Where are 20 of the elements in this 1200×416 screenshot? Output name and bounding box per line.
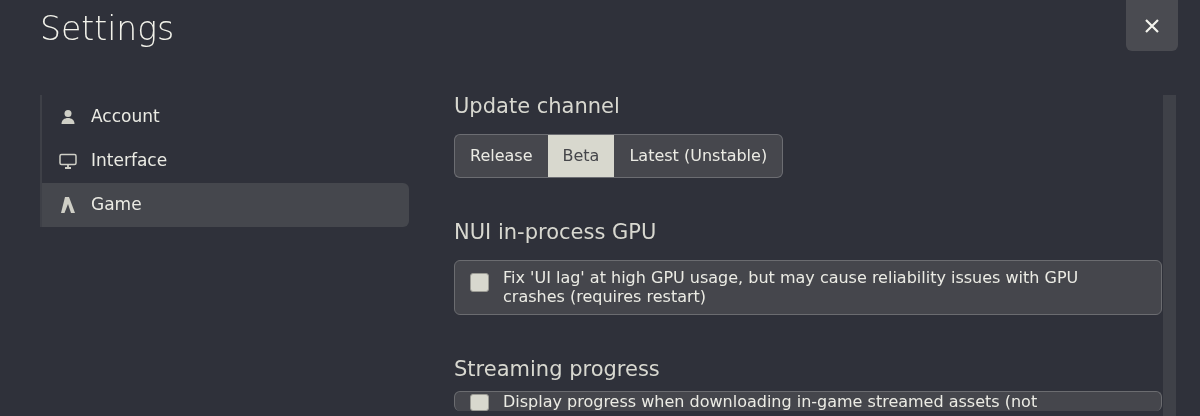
logo-icon <box>60 196 76 214</box>
person-icon <box>60 109 76 125</box>
sidebar-item[interactable]: Game <box>42 183 409 227</box>
monitor-icon <box>59 153 77 169</box>
sidebar-item[interactable]: Interface <box>42 139 409 183</box>
section-heading: Update channel <box>454 93 621 120</box>
close-button[interactable] <box>1126 0 1178 51</box>
segment-button[interactable]: Latest (Unstable) <box>614 134 784 178</box>
window-title: Settings <box>40 8 175 50</box>
checkbox-option[interactable]: Fix 'UI lag' at high GPU usage, but may cause reliability issues with GPU crashes (requires restart) <box>454 260 1162 315</box>
section-heading: NUI in-process GPU <box>454 219 658 246</box>
close-icon <box>1144 17 1160 34</box>
checkbox-option[interactable]: Display progress when downloading in-game streamed assets (not <box>454 391 1162 411</box>
section-heading: Streaming progress <box>454 356 661 383</box>
checkbox[interactable] <box>470 394 489 411</box>
sidebar-item[interactable]: Account <box>42 95 409 139</box>
checkbox[interactable] <box>470 273 489 292</box>
segment-button[interactable]: Beta <box>547 134 615 178</box>
segment-button[interactable]: Release <box>454 134 548 178</box>
scrollbar[interactable] <box>1163 95 1176 416</box>
